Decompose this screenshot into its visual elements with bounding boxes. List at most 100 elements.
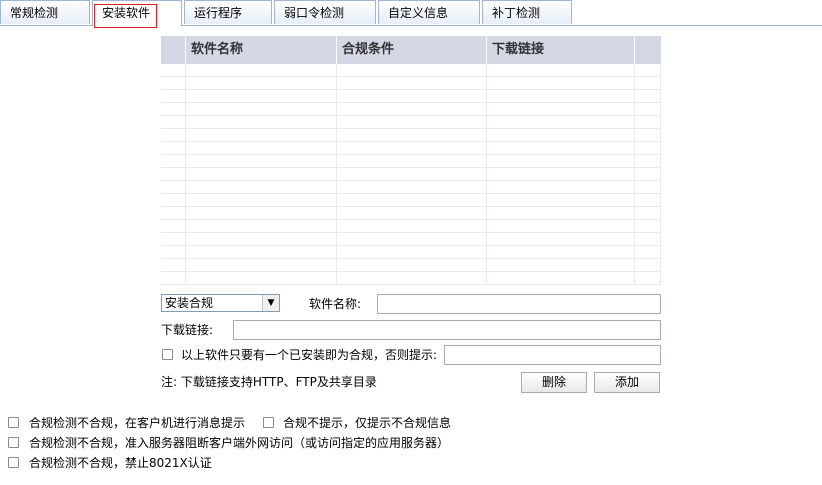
table-cell bbox=[186, 168, 337, 181]
table-cell bbox=[487, 129, 635, 142]
column-header-download-link[interactable]: 下载链接 bbox=[487, 36, 635, 64]
table-cell bbox=[337, 207, 487, 220]
software-name-label: 软件名称: bbox=[309, 297, 362, 311]
download-link-input[interactable] bbox=[233, 320, 661, 340]
tab-bar: 常规检测 安装软件 运行程序 弱口令检测 自定义信息 补丁检测 bbox=[0, 0, 822, 28]
table-cell bbox=[186, 116, 337, 129]
option-checkbox-deny-8021x[interactable] bbox=[8, 457, 19, 468]
table-cell bbox=[337, 246, 487, 259]
table-row bbox=[161, 103, 661, 116]
table-cell bbox=[487, 168, 635, 181]
any-installed-checkbox[interactable] bbox=[162, 349, 173, 360]
add-button[interactable]: 添加 bbox=[594, 372, 660, 393]
table-cell bbox=[337, 142, 487, 155]
table-cell bbox=[186, 142, 337, 155]
option-checkbox-block-network[interactable] bbox=[8, 437, 19, 448]
table-cell bbox=[161, 103, 186, 116]
table-cell bbox=[161, 90, 186, 103]
table-header: 软件名称 合规条件 下载链接 bbox=[161, 36, 661, 64]
table-cell bbox=[186, 259, 337, 272]
tab-installed-software[interactable]: 安装软件 bbox=[92, 0, 182, 28]
table-cell bbox=[186, 194, 337, 207]
table-cell bbox=[337, 129, 487, 142]
tab-patch-check[interactable]: 补丁检测 bbox=[482, 0, 572, 24]
table-cell bbox=[487, 64, 635, 77]
table-cell bbox=[161, 77, 186, 90]
table-cell bbox=[635, 220, 661, 233]
table-cell bbox=[337, 233, 487, 246]
table-cell bbox=[337, 272, 487, 285]
download-link-label: 下载链接: bbox=[161, 323, 214, 337]
non-compliance-prompt-input[interactable] bbox=[444, 345, 661, 365]
table-cell bbox=[635, 77, 661, 90]
tab-weak-password-check[interactable]: 弱口令检测 bbox=[274, 0, 376, 24]
table-cell bbox=[161, 259, 186, 272]
table-cell bbox=[337, 181, 487, 194]
table-cell bbox=[337, 220, 487, 233]
table-cell bbox=[161, 168, 186, 181]
table-cell bbox=[635, 181, 661, 194]
software-name-input[interactable] bbox=[377, 294, 661, 314]
table-row bbox=[161, 220, 661, 233]
table-row bbox=[161, 64, 661, 77]
table-cell bbox=[186, 207, 337, 220]
table-cell bbox=[487, 90, 635, 103]
table-cell bbox=[487, 259, 635, 272]
table-cell bbox=[635, 129, 661, 142]
table-cell bbox=[337, 194, 487, 207]
table-cell bbox=[161, 246, 186, 259]
table-cell bbox=[487, 194, 635, 207]
table-row bbox=[161, 116, 661, 129]
download-link-note: 注: 下载链接支持HTTP、FTP及共享目录 bbox=[161, 375, 377, 389]
tab-label: 运行程序 bbox=[194, 6, 243, 20]
table-row bbox=[161, 77, 661, 90]
table-cell bbox=[186, 129, 337, 142]
software-table[interactable]: 软件名称 合规条件 下载链接 bbox=[161, 36, 661, 286]
option-label-deny-8021x: 合规检测不合规，禁止8021X认证 bbox=[29, 456, 212, 470]
table-cell bbox=[487, 77, 635, 90]
table-cell bbox=[186, 233, 337, 246]
table-cell bbox=[635, 116, 661, 129]
table-cell bbox=[186, 181, 337, 194]
dropdown-arrow-icon[interactable]: ▼ bbox=[262, 295, 279, 311]
table-cell bbox=[186, 77, 337, 90]
tab-running-programs[interactable]: 运行程序 bbox=[184, 0, 272, 24]
table-row bbox=[161, 181, 661, 194]
table-cell bbox=[186, 90, 337, 103]
table-cell bbox=[161, 207, 186, 220]
table-cell bbox=[635, 155, 661, 168]
compliance-type-value: 安装合规 bbox=[165, 296, 214, 310]
table-cell bbox=[186, 272, 337, 285]
table-cell bbox=[635, 233, 661, 246]
tab-label: 弱口令检测 bbox=[284, 6, 345, 20]
table-cell bbox=[161, 142, 186, 155]
tab-custom-info[interactable]: 自定义信息 bbox=[378, 0, 480, 24]
table-cell bbox=[487, 103, 635, 116]
table-cell bbox=[337, 77, 487, 90]
table-cell bbox=[635, 168, 661, 181]
table-row bbox=[161, 233, 661, 246]
delete-button[interactable]: 删除 bbox=[521, 372, 587, 393]
table-cell bbox=[337, 64, 487, 77]
table-cell bbox=[161, 116, 186, 129]
table-cell bbox=[487, 246, 635, 259]
tab-general-check[interactable]: 常规检测 bbox=[0, 0, 90, 24]
option-label-client-message: 合规检测不合规，在客户机进行消息提示 bbox=[29, 416, 246, 430]
table-cell bbox=[337, 168, 487, 181]
option-checkbox-client-message[interactable] bbox=[8, 417, 19, 428]
table-cell bbox=[186, 103, 337, 116]
option-label-block-network: 合规检测不合规，准入服务器阻断客户端外网访问（或访问指定的应用服务器） bbox=[29, 436, 450, 450]
table-cell bbox=[635, 272, 661, 285]
column-header-compliance-condition[interactable]: 合规条件 bbox=[337, 36, 487, 64]
table-cell bbox=[635, 90, 661, 103]
table-cell bbox=[161, 155, 186, 168]
column-header-software-name[interactable]: 软件名称 bbox=[186, 36, 337, 64]
table-cell bbox=[487, 181, 635, 194]
table-row bbox=[161, 194, 661, 207]
compliance-type-select[interactable]: 安装合规 ▼ bbox=[161, 294, 280, 312]
table-cell bbox=[635, 103, 661, 116]
any-installed-label: 以上软件只要有一个已安装即为合规，否则提示: bbox=[181, 348, 438, 362]
table-row bbox=[161, 129, 661, 142]
table-cell bbox=[337, 259, 487, 272]
option-checkbox-no-compliant-prompt[interactable] bbox=[263, 417, 274, 428]
